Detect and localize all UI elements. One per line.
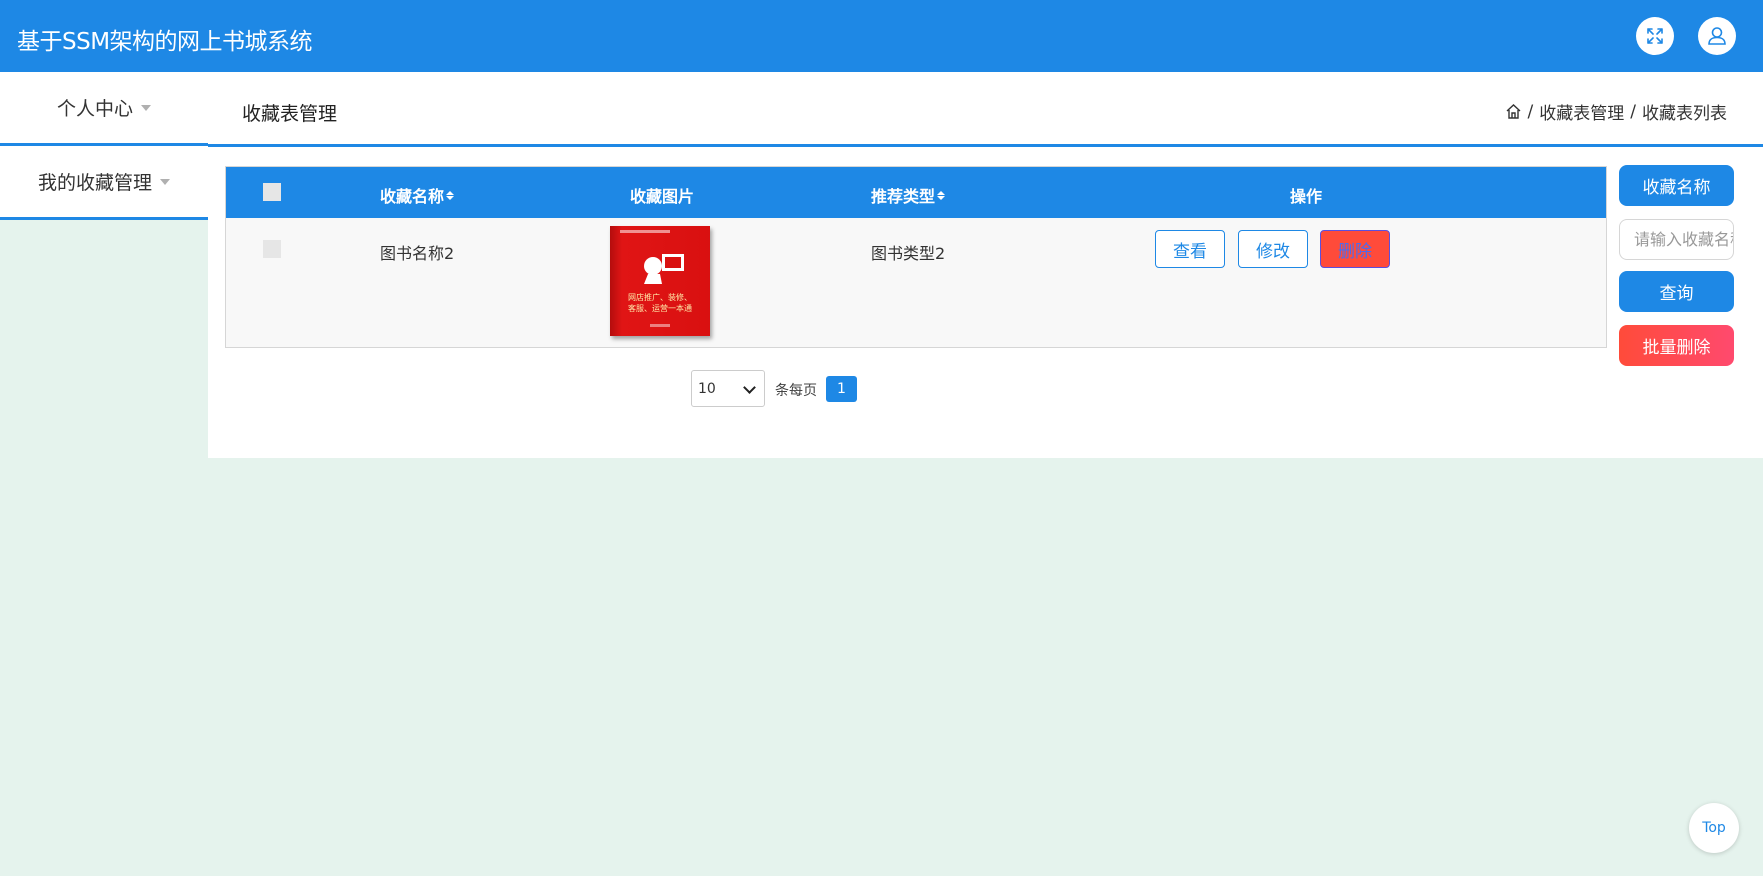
column-header-label: 操作 [1290, 187, 1323, 206]
column-header-type[interactable]: 推荐类型 [871, 183, 946, 207]
chevron-down-icon [743, 381, 756, 394]
favorites-table: 收藏名称 收藏图片 推荐类型 操作 图书名称2 网店推广、装修、 客服、运营一本… [225, 166, 1607, 348]
row-checkbox[interactable] [263, 240, 281, 258]
column-header-label: 收藏名称 [380, 187, 445, 206]
caret-down-icon [141, 104, 151, 111]
select-all-checkbox[interactable] [263, 183, 281, 201]
batch-delete-button[interactable]: 批量删除 [1619, 325, 1734, 366]
user-icon [1708, 27, 1726, 45]
top-header: 基于SSM架构的网上书城系统 [0, 0, 1763, 72]
sidebar-item-my-favorites[interactable]: 我的收藏管理 [0, 146, 208, 220]
page-size-select[interactable]: 10 [691, 370, 765, 407]
sort-icon[interactable] [446, 190, 455, 200]
breadcrumb: / 收藏表管理 / 收藏表列表 [1505, 99, 1727, 124]
column-header-image: 收藏图片 [630, 183, 694, 207]
breadcrumb-item[interactable]: 收藏表管理 [1539, 99, 1624, 124]
title-bar: 收藏表管理 / 收藏表管理 / 收藏表列表 [208, 72, 1763, 147]
edit-button[interactable]: 修改 [1238, 230, 1308, 268]
table-header: 收藏名称 收藏图片 推荐类型 操作 [226, 167, 1606, 218]
sort-icon[interactable] [937, 190, 946, 200]
column-header-actions: 操作 [1290, 183, 1322, 207]
caret-down-icon [160, 178, 170, 185]
cell-type: 图书类型2 [871, 244, 946, 263]
query-button[interactable]: 查询 [1619, 271, 1734, 312]
fullscreen-button[interactable] [1636, 17, 1674, 55]
column-header-label: 收藏图片 [630, 187, 695, 206]
sidebar-item-label: 我的收藏管理 [37, 172, 152, 194]
book-cover-line-2: 客服、运营一本通 [628, 303, 692, 313]
search-input[interactable] [1619, 219, 1734, 260]
sidebar-item-personal-center[interactable]: 个人中心 [0, 72, 208, 146]
back-to-top-button[interactable]: Top [1689, 803, 1739, 853]
sidebar-item-label: 个人中心 [56, 98, 133, 120]
user-avatar-button[interactable] [1698, 17, 1736, 55]
breadcrumb-separator: / [1527, 101, 1534, 122]
home-icon[interactable] [1505, 103, 1522, 120]
book-cover-image[interactable]: 网店推广、装修、 客服、运营一本通 [610, 226, 710, 336]
search-field-label-button[interactable]: 收藏名称 [1619, 165, 1734, 206]
delete-button[interactable]: 删除 [1320, 230, 1390, 268]
main-panel: 收藏表管理 / 收藏表管理 / 收藏表列表 收藏名称 收藏图片 推荐类型 操作 … [208, 72, 1763, 458]
column-header-label: 推荐类型 [871, 187, 936, 206]
page-title: 收藏表管理 [242, 103, 338, 125]
expand-icon [1647, 28, 1663, 44]
book-cover-line-1: 网店推广、装修、 [628, 292, 692, 302]
view-button[interactable]: 查看 [1155, 230, 1225, 268]
per-page-label: 条每页 [775, 383, 817, 399]
cell-name: 图书名称2 [380, 244, 455, 263]
breadcrumb-separator: / [1630, 101, 1636, 122]
column-header-name[interactable]: 收藏名称 [380, 183, 455, 207]
app-title: 基于SSM架构的网上书城系统 [17, 29, 313, 55]
page-size-value: 10 [698, 381, 716, 397]
page-number-current[interactable]: 1 [826, 376, 857, 402]
sidebar: 个人中心 我的收藏管理 [0, 72, 208, 220]
breadcrumb-item: 收藏表列表 [1642, 104, 1727, 124]
book-cover-art: 网店推广、装修、 客服、运营一本通 [620, 230, 692, 327]
